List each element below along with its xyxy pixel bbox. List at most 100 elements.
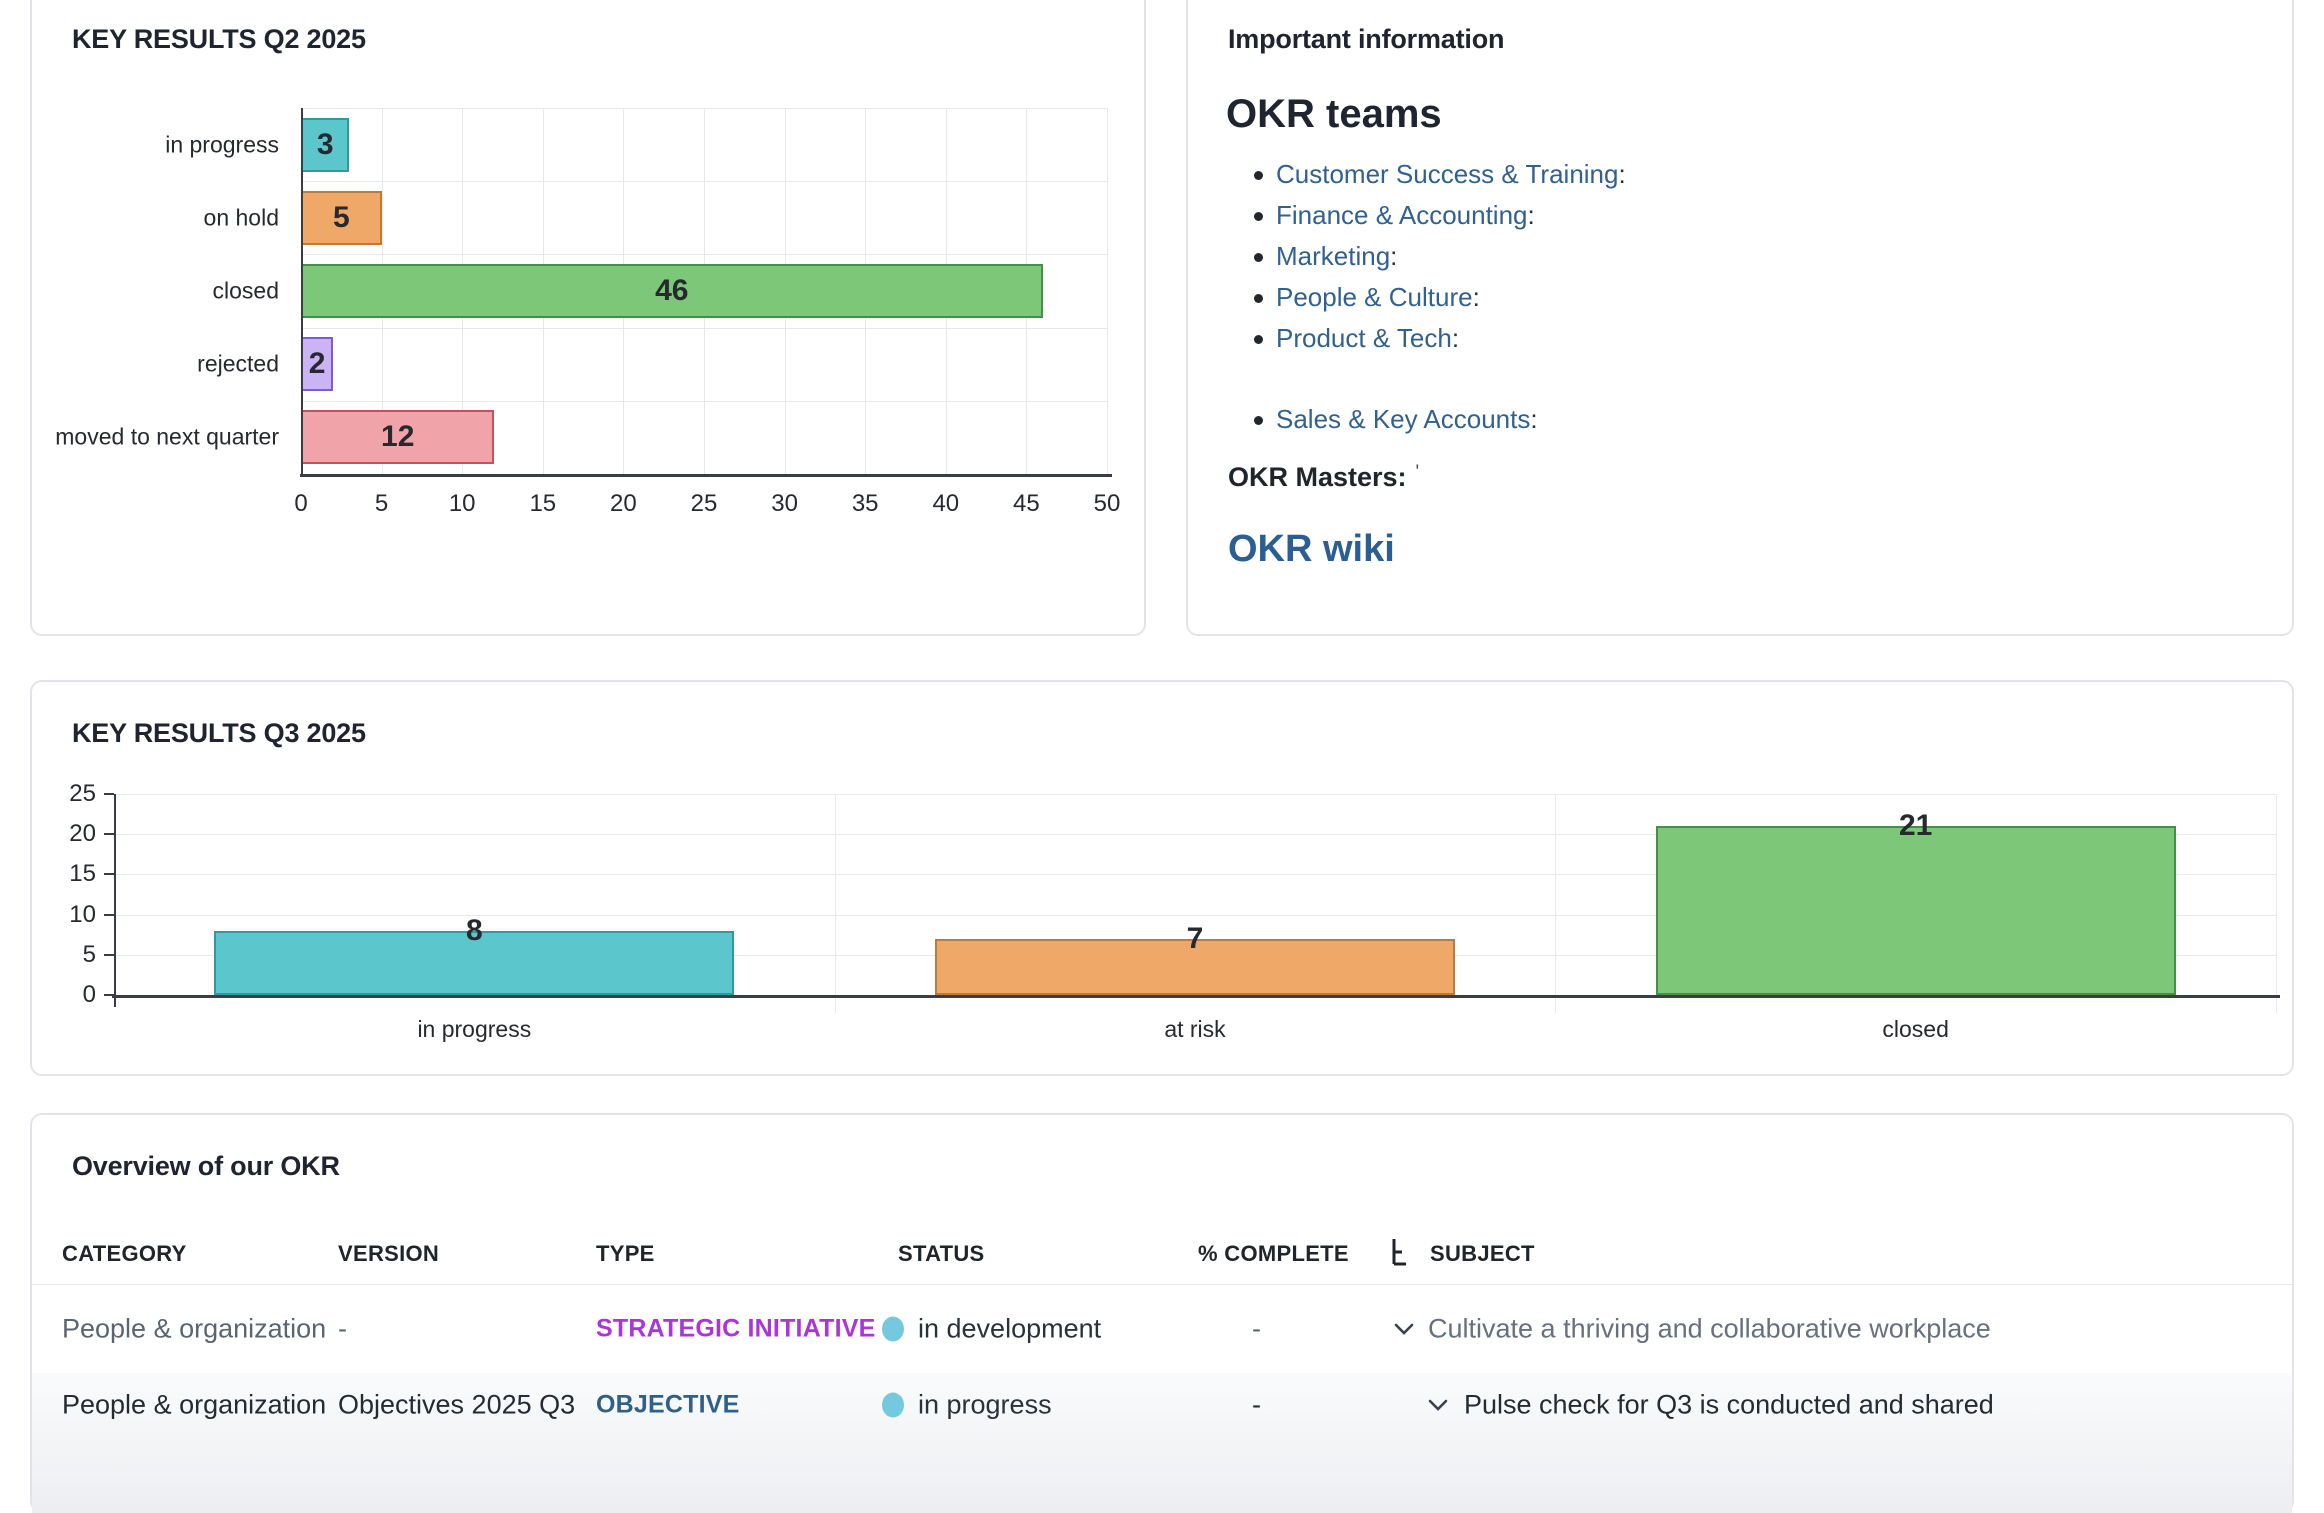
y-axis-line bbox=[301, 108, 303, 477]
category-label: in progress bbox=[165, 131, 279, 158]
y-tick-label: 20 bbox=[36, 820, 96, 848]
team-colon: : bbox=[1390, 241, 1397, 271]
x-tick-label: 0 bbox=[261, 490, 341, 518]
okr-masters-line: OKR Masters: ' bbox=[1228, 462, 1419, 493]
bar-closed bbox=[1656, 826, 2176, 995]
y-gridline bbox=[114, 794, 2276, 795]
row-1-status-dot bbox=[882, 1316, 904, 1341]
team-link-finance-accounting[interactable]: Finance & Accounting bbox=[1276, 200, 1528, 230]
bar-value-label: 3 bbox=[301, 128, 349, 162]
category-label: moved to next quarter bbox=[55, 424, 279, 451]
category-label: in progress bbox=[324, 1016, 624, 1043]
okr-row-1-type: STRATEGIC INITIATIVE bbox=[596, 1314, 875, 1343]
column-gridline bbox=[835, 794, 836, 1013]
card-key-results-q2: KEY RESULTS Q2 2025 05101520253035404550… bbox=[30, 0, 1146, 636]
row-version: Objectives 2025 Q3 bbox=[338, 1390, 575, 1421]
x-tick-label: 40 bbox=[906, 490, 986, 518]
x-gridline bbox=[1107, 108, 1108, 474]
team-link-sales-key-accounts[interactable]: Sales & Key Accounts bbox=[1276, 404, 1530, 434]
sort-icon[interactable] bbox=[1388, 1237, 1414, 1267]
x-tick-label: 30 bbox=[745, 490, 825, 518]
y-axis-line bbox=[114, 794, 116, 1007]
column-header-category: CATEGORY bbox=[62, 1241, 187, 1267]
okr-masters-label: OKR Masters: bbox=[1228, 462, 1407, 492]
q2-bar-chart: 051015202530354045503in progress5on hold… bbox=[32, 0, 1144, 634]
x-tick-label: 20 bbox=[583, 490, 663, 518]
row-gridline bbox=[301, 254, 1107, 255]
bar-value-label: 7 bbox=[1135, 922, 1255, 956]
card-key-results-q3: KEY RESULTS Q3 2025 05101520258in progre… bbox=[30, 680, 2294, 1076]
row-status: in progress bbox=[918, 1390, 1052, 1421]
team-list-item: Marketing: bbox=[1188, 236, 1626, 277]
team-list-item: People & Culture: bbox=[1188, 277, 1626, 318]
okr-row-2-type: OBJECTIVE bbox=[596, 1391, 740, 1420]
card-important-information: Important information OKR teams Customer… bbox=[1186, 0, 2294, 636]
y-tick-mark bbox=[104, 873, 114, 875]
team-link-customer-success[interactable]: Customer Success & Training bbox=[1276, 159, 1618, 189]
y-tick-mark bbox=[104, 833, 114, 835]
x-axis-line bbox=[300, 474, 1112, 477]
bar-value-label: 2 bbox=[301, 347, 333, 381]
okr-table-row[interactable]: People & organization - STRATEGIC INITIA… bbox=[32, 1284, 2292, 1373]
important-information-title: Important information bbox=[1228, 24, 1504, 55]
y-tick-label: 0 bbox=[36, 981, 96, 1009]
row-2-status-dot bbox=[882, 1393, 904, 1418]
team-link-product-tech[interactable]: Product & Tech bbox=[1276, 323, 1452, 353]
chevron-down-icon[interactable] bbox=[1392, 1317, 1416, 1341]
bar-value-label: 5 bbox=[301, 201, 382, 235]
team-link-marketing[interactable]: Marketing bbox=[1276, 241, 1390, 271]
bar-value-label: 12 bbox=[301, 420, 494, 454]
y-tick-mark bbox=[104, 793, 114, 795]
column-gridline bbox=[1555, 794, 1556, 1013]
bar-value-label: 21 bbox=[1856, 809, 1976, 843]
column-header-subject: SUBJECT bbox=[1430, 1241, 1535, 1267]
y-tick-label: 10 bbox=[36, 901, 96, 929]
chevron-down-icon[interactable] bbox=[1426, 1393, 1450, 1417]
row-percent-complete: - bbox=[1252, 1313, 1261, 1344]
x-tick-label: 50 bbox=[1067, 490, 1147, 518]
column-header-percent-complete: % COMPLETE bbox=[1198, 1241, 1349, 1267]
team-link-people-culture[interactable]: People & Culture bbox=[1276, 282, 1473, 312]
team-colon: : bbox=[1528, 200, 1535, 230]
x-tick-label: 45 bbox=[986, 490, 1066, 518]
row-gridline bbox=[301, 401, 1107, 402]
q3-bar-chart: 0 5 10 15 20 25 8 in progress 7 at risk 21 closed bbox=[32, 682, 2292, 1074]
row-gridline bbox=[301, 108, 1107, 109]
team-list-item: Customer Success & Training: bbox=[1188, 154, 1626, 195]
okr-table-row[interactable]: People & organization Objectives 2025 Q3… bbox=[32, 1373, 2292, 1513]
row-status: in development bbox=[918, 1313, 1101, 1344]
team-list-spacer bbox=[1188, 359, 1626, 399]
category-label: closed bbox=[213, 278, 279, 305]
row-category: People & organization bbox=[62, 1390, 326, 1421]
category-label: at risk bbox=[1045, 1016, 1345, 1043]
column-header-version: VERSION bbox=[338, 1241, 439, 1267]
team-list-item: Product & Tech: bbox=[1188, 318, 1626, 359]
x-axis-line bbox=[112, 995, 2280, 998]
bar-value-label: 8 bbox=[414, 914, 534, 948]
team-colon: : bbox=[1618, 159, 1625, 189]
category-label: rejected bbox=[197, 351, 279, 378]
okr-team-list: Customer Success & Training: Finance & A… bbox=[1188, 154, 1626, 440]
team-colon: : bbox=[1530, 404, 1537, 434]
row-category: People & organization bbox=[62, 1313, 326, 1344]
x-tick-label: 35 bbox=[825, 490, 905, 518]
card-okr-overview: Overview of our OKR CATEGORY VERSION TYP… bbox=[30, 1113, 2294, 1513]
row-gridline bbox=[301, 181, 1107, 182]
row-version: - bbox=[338, 1313, 347, 1344]
row-subject: Pulse check for Q3 is conducted and shar… bbox=[1464, 1390, 1994, 1421]
y-tick-label: 15 bbox=[36, 860, 96, 888]
row-percent-complete: - bbox=[1252, 1390, 1261, 1421]
column-gridline bbox=[2276, 794, 2277, 1013]
x-tick-label: 15 bbox=[503, 490, 583, 518]
team-colon: : bbox=[1473, 282, 1480, 312]
y-tick-label: 25 bbox=[36, 780, 96, 808]
okr-masters-mark: ' bbox=[1416, 462, 1420, 483]
y-tick-mark bbox=[104, 914, 114, 916]
category-label: on hold bbox=[204, 204, 279, 231]
category-label: closed bbox=[1766, 1016, 2066, 1043]
okr-wiki-link[interactable]: OKR wiki bbox=[1228, 528, 1395, 571]
x-tick-label: 5 bbox=[342, 490, 422, 518]
y-tick-label: 5 bbox=[36, 941, 96, 969]
team-list-item: Finance & Accounting: bbox=[1188, 195, 1626, 236]
y-tick-mark bbox=[104, 954, 114, 956]
